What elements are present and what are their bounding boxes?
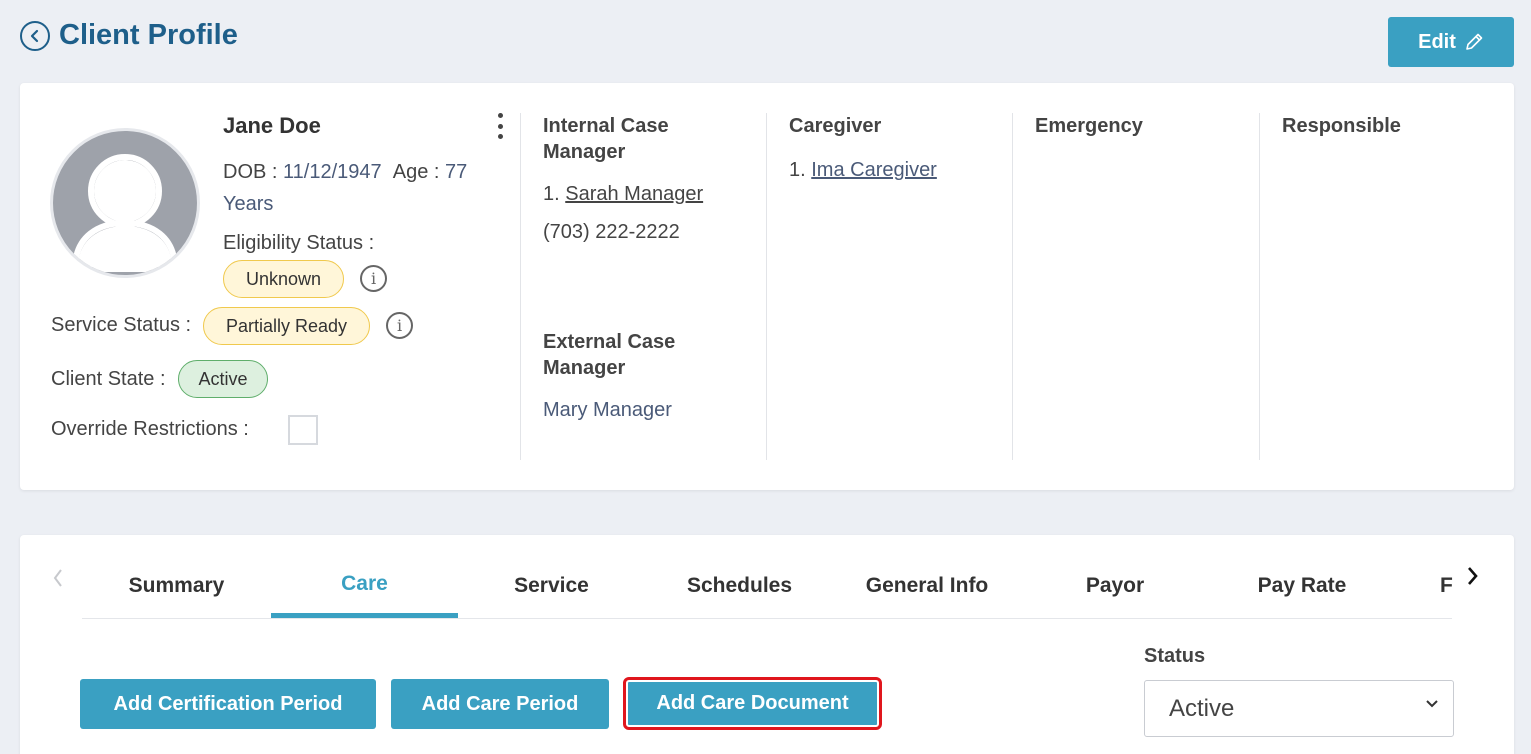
tabs-scroll-left-icon[interactable]: [52, 568, 64, 594]
caregiver-item: 1. Ima Caregiver: [789, 159, 937, 181]
tab-general-info[interactable]: General Info: [834, 554, 1020, 618]
edit-button-label: Edit: [1418, 30, 1456, 53]
dob-value: 11/12/1947: [283, 161, 382, 183]
service-status-info-icon[interactable]: i: [386, 312, 413, 339]
page-header: Client Profile Edit: [20, 17, 1514, 68]
tab-payor[interactable]: Payor: [1020, 554, 1210, 618]
column-divider: [766, 113, 767, 460]
tab-bar: Summary Care Service Schedules General I…: [82, 535, 1460, 625]
add-care-document-button[interactable]: Add Care Document: [623, 677, 882, 730]
client-profile-card: Jane Doe DOB : 11/12/1947 Age : 77 Years…: [20, 83, 1514, 490]
more-options-icon[interactable]: [493, 113, 507, 139]
eligibility-status-badge: Unknown: [223, 260, 344, 298]
page-title: Client Profile: [59, 19, 238, 51]
back-arrow-icon[interactable]: [20, 21, 50, 51]
avatar: [50, 128, 200, 278]
responsible-heading: Responsible: [1282, 115, 1401, 137]
override-restrictions-label: Override Restrictions :: [51, 418, 249, 440]
tab-care[interactable]: Care: [271, 554, 458, 618]
dob-label: DOB :: [223, 161, 278, 183]
add-certification-period-button[interactable]: Add Certification Period: [80, 679, 376, 729]
column-divider: [520, 113, 521, 460]
caregiver-link[interactable]: Ima Caregiver: [811, 159, 937, 181]
internal-case-manager-phone: (703) 222-2222: [543, 221, 680, 243]
internal-case-manager-link[interactable]: Sarah Manager: [565, 183, 703, 205]
add-care-period-button[interactable]: Add Care Period: [391, 679, 609, 729]
service-status-label: Service Status :: [51, 314, 192, 336]
tab-pay-rate[interactable]: Pay Rate: [1210, 554, 1394, 618]
eligibility-info-icon[interactable]: i: [360, 265, 387, 292]
age-label: Age :: [392, 161, 440, 183]
status-filter-label: Status: [1144, 645, 1206, 667]
chevron-down-icon: [1426, 700, 1438, 708]
client-state-label: Client State :: [51, 368, 166, 390]
external-case-manager-name: Mary Manager: [543, 399, 672, 421]
tab-schedules[interactable]: Schedules: [645, 554, 834, 618]
emergency-heading: Emergency: [1035, 115, 1143, 137]
status-filter-value: Active: [1169, 694, 1235, 722]
edit-button[interactable]: Edit: [1388, 17, 1514, 67]
tabs-divider: [82, 618, 1452, 619]
external-case-manager-heading: External Case Manager: [543, 331, 676, 379]
pencil-icon: [1466, 33, 1483, 50]
column-divider: [1259, 113, 1260, 460]
service-status-badge: Partially Ready: [203, 307, 370, 345]
tab-truncated[interactable]: F: [1440, 554, 1460, 618]
age-unit: Years: [223, 193, 274, 215]
override-restrictions-checkbox[interactable]: [288, 415, 318, 445]
caregiver-heading: Caregiver: [789, 115, 882, 137]
column-divider: [1012, 113, 1013, 460]
status-filter-select[interactable]: Active: [1144, 680, 1454, 737]
age-value: 77: [445, 161, 468, 183]
tabs-scroll-right-icon[interactable]: [1465, 565, 1479, 593]
tab-service[interactable]: Service: [458, 554, 645, 618]
client-tabs-card: Summary Care Service Schedules General I…: [20, 535, 1514, 754]
eligibility-label: Eligibility Status :: [223, 232, 375, 254]
dob-row: DOB : 11/12/1947 Age : 77: [223, 158, 467, 186]
internal-case-manager-heading: Internal Case Manager: [543, 115, 669, 163]
tab-summary[interactable]: Summary: [82, 554, 271, 618]
internal-case-manager-item: 1. Sarah Manager: [543, 183, 704, 205]
client-state-badge: Active: [178, 360, 268, 398]
client-name: Jane Doe: [223, 113, 321, 138]
